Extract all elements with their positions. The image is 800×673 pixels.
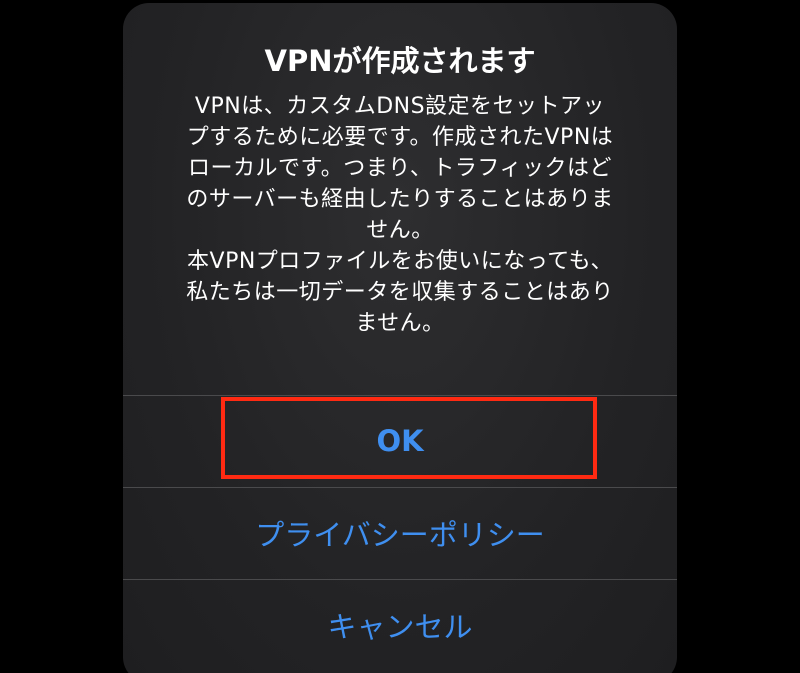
- vpn-alert-dialog: VPNが作成されます VPNは、カスタムDNS設定をセットアッ プするために必要…: [123, 3, 677, 673]
- ok-button[interactable]: OK: [123, 396, 677, 486]
- alert-title: VPNが作成されます: [264, 44, 536, 78]
- cancel-button[interactable]: キャンセル: [123, 580, 677, 670]
- alert-message: VPNは、カスタムDNS設定をセットアッ プするために必要です。作成されたVPN…: [186, 94, 614, 336]
- alert-content: VPNが作成されます VPNは、カスタムDNS設定をセットアッ プするために必要…: [123, 3, 677, 395]
- privacy-policy-button[interactable]: プライバシーポリシー: [123, 488, 677, 578]
